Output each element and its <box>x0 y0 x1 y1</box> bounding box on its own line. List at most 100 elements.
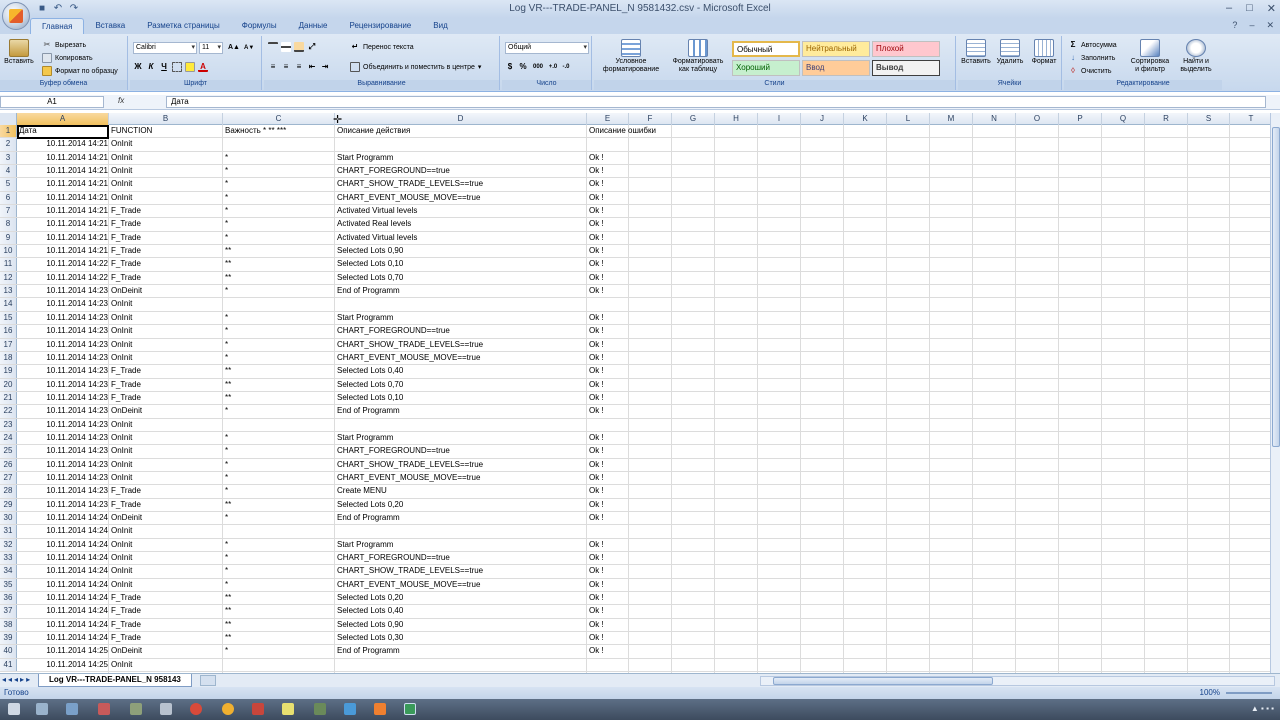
error-cell[interactable] <box>589 138 749 150</box>
importance-cell[interactable]: * <box>225 552 334 564</box>
align-top-icon[interactable] <box>268 42 278 52</box>
name-box[interactable]: A1 <box>0 96 104 108</box>
importance-cell[interactable]: ** <box>225 499 334 511</box>
date-cell[interactable]: 10.11.2014 14:24 <box>19 605 108 617</box>
tab-2[interactable]: Разметка страницы <box>136 18 231 34</box>
date-cell[interactable]: 10.11.2014 14:21 <box>19 232 108 244</box>
column-header-g[interactable]: G <box>672 113 715 125</box>
workbook-minimize-icon[interactable]: – <box>1249 20 1254 31</box>
row-number[interactable]: 40 <box>0 645 17 658</box>
select-all-corner[interactable] <box>0 113 17 125</box>
importance-cell[interactable]: * <box>225 165 334 177</box>
error-cell[interactable]: Ok ! <box>589 472 749 484</box>
row-number[interactable]: 11 <box>0 258 17 271</box>
date-cell[interactable]: 10.11.2014 14:24 <box>19 512 108 524</box>
function-cell[interactable]: OnDeinit <box>111 645 222 657</box>
action-cell[interactable]: End of Programm <box>337 285 586 297</box>
row-number[interactable]: 41 <box>0 658 17 672</box>
date-cell[interactable]: 10.11.2014 14:21 <box>19 218 108 230</box>
action-cell[interactable]: Selected Lots 0,20 <box>337 592 586 604</box>
action-cell[interactable]: Start Programm <box>337 539 586 551</box>
date-cell[interactable]: 10.11.2014 14:23 <box>19 445 108 457</box>
importance-cell[interactable]: ** <box>225 605 334 617</box>
importance-cell[interactable]: ** <box>225 632 334 644</box>
row-number[interactable]: 10 <box>0 245 17 258</box>
style-normal[interactable]: Обычный <box>732 41 800 57</box>
date-cell[interactable]: 10.11.2014 14:22 <box>19 258 108 270</box>
error-cell[interactable]: Ok ! <box>589 459 749 471</box>
maximize-button[interactable]: □ <box>1246 2 1253 15</box>
align-left-icon[interactable]: ≡ <box>268 62 278 72</box>
action-cell[interactable]: Activated Virtual levels <box>337 205 586 217</box>
function-cell[interactable]: F_Trade <box>111 485 222 497</box>
taskbar-app-icon[interactable] <box>130 703 142 715</box>
function-cell[interactable]: OnDeinit <box>111 512 222 524</box>
row-number[interactable]: 34 <box>0 565 17 578</box>
error-cell[interactable]: Ok ! <box>589 645 749 657</box>
error-cell[interactable]: Ok ! <box>589 312 749 324</box>
tab-5[interactable]: Рецензирование <box>338 18 422 34</box>
percent-button[interactable]: % <box>518 62 528 72</box>
currency-icon[interactable]: $ <box>505 62 515 72</box>
error-cell[interactable]: Ok ! <box>589 218 749 230</box>
row-number[interactable]: 23 <box>0 418 17 431</box>
row-number[interactable]: 8 <box>0 218 17 231</box>
action-cell[interactable]: Selected Lots 0,40 <box>337 605 586 617</box>
importance-cell[interactable] <box>225 659 334 671</box>
action-cell[interactable]: CHART_EVENT_MOUSE_MOVE==true <box>337 579 586 591</box>
column-header-c[interactable]: C <box>223 113 335 125</box>
row-number[interactable]: 14 <box>0 298 17 311</box>
row-number[interactable]: 13 <box>0 285 17 298</box>
function-cell[interactable]: OnInit <box>111 325 222 337</box>
importance-cell[interactable]: * <box>225 325 334 337</box>
function-cell[interactable]: F_Trade <box>111 379 222 391</box>
date-cell[interactable]: 10.11.2014 14:23 <box>19 499 108 511</box>
date-cell[interactable]: 10.11.2014 14:21 <box>19 165 108 177</box>
action-cell[interactable]: Selected Lots 0,70 <box>337 272 586 284</box>
function-cell[interactable]: OnInit <box>111 525 222 537</box>
column-header-s[interactable]: S <box>1188 113 1230 125</box>
action-cell[interactable]: Start Programm <box>337 152 586 164</box>
function-cell[interactable]: OnInit <box>111 565 222 577</box>
row-number[interactable]: 9 <box>0 231 17 245</box>
date-cell[interactable]: 10.11.2014 14:23 <box>19 339 108 351</box>
column-header-i[interactable]: I <box>758 113 801 125</box>
error-cell[interactable]: Ok ! <box>589 379 749 391</box>
importance-cell[interactable] <box>225 138 334 150</box>
function-cell[interactable]: F_Trade <box>111 605 222 617</box>
row-number[interactable]: 37 <box>0 605 17 618</box>
row-number[interactable]: 1 <box>0 125 17 138</box>
date-cell[interactable]: 10.11.2014 14:23 <box>19 472 108 484</box>
importance-cell[interactable]: ** <box>225 272 334 284</box>
column-header-j[interactable]: J <box>801 113 844 125</box>
action-cell[interactable]: Create MENU <box>337 485 586 497</box>
date-cell[interactable]: 10.11.2014 14:22 <box>19 272 108 284</box>
paste-button[interactable]: Вставить <box>4 39 34 66</box>
date-cell[interactable]: 10.11.2014 14:23 <box>19 312 108 324</box>
action-cell[interactable]: CHART_SHOW_TRADE_LEVELS==true <box>337 339 586 351</box>
horizontal-scroll-thumb[interactable] <box>773 677 993 685</box>
taskbar-app-icon[interactable] <box>314 703 326 715</box>
function-cell[interactable]: OnInit <box>111 192 222 204</box>
style-output[interactable]: Вывод <box>872 60 940 76</box>
vertical-scroll-thumb[interactable] <box>1272 127 1280 447</box>
sheet-nav-arrows-icon[interactable]: ◂◂◂▸▸ <box>2 675 32 684</box>
row-number[interactable]: 18 <box>0 351 17 365</box>
sheet-tab-active[interactable]: Log VR---TRADE-PANEL_N 958143 <box>38 674 192 687</box>
excel-taskbar-icon[interactable] <box>404 703 416 715</box>
find-select-button[interactable]: Найти и выделить <box>1174 39 1218 74</box>
column-header-b[interactable]: B <box>109 113 223 125</box>
fill-color-icon[interactable] <box>185 62 195 72</box>
date-cell[interactable]: 10.11.2014 14:24 <box>19 565 108 577</box>
function-cell[interactable]: F_Trade <box>111 258 222 270</box>
error-cell[interactable]: Ok ! <box>589 485 749 497</box>
action-cell[interactable]: Selected Lots 0,70 <box>337 379 586 391</box>
error-cell[interactable]: Ok ! <box>589 605 749 617</box>
decrease-indent-icon[interactable]: ⇤ <box>307 62 317 72</box>
error-cell[interactable]: Ok ! <box>589 499 749 511</box>
action-cell[interactable]: CHART_EVENT_MOUSE_MOVE==true <box>337 472 586 484</box>
tab-1[interactable]: Вставка <box>84 18 136 34</box>
merge-center-button[interactable]: Объединить и поместить в центре ▾ <box>350 62 481 72</box>
function-cell[interactable]: OnInit <box>111 432 222 444</box>
importance-cell[interactable]: * <box>225 405 334 417</box>
